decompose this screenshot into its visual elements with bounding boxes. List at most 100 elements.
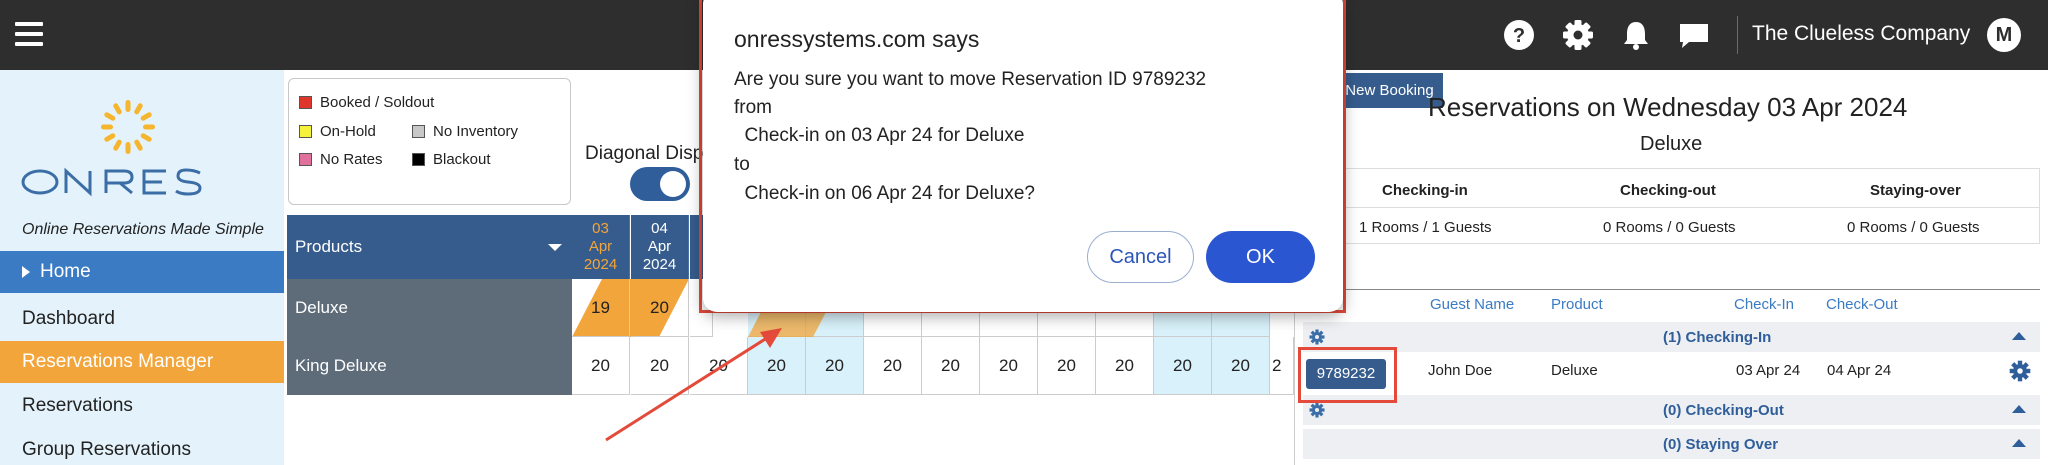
- date-year: 2024: [642, 256, 677, 273]
- date-header-04-apr[interactable]: 04 Apr 2024: [631, 215, 689, 279]
- dialog-title: onressystems.com says: [734, 26, 980, 52]
- summary-value: 0 Rooms / 0 Guests: [1603, 219, 1736, 236]
- summary-header: Checking-out: [1620, 182, 1716, 199]
- sidebar-item-label: Reservations Manager: [22, 351, 214, 372]
- column-header-check-out[interactable]: Check-Out: [1826, 296, 1898, 313]
- section-title: (0) Staying Over: [1663, 436, 1779, 453]
- grid-cell[interactable]: [1212, 312, 1270, 337]
- column-header-product[interactable]: Product: [1551, 296, 1603, 313]
- section-checking-out[interactable]: (0) Checking-Out: [1303, 395, 2040, 425]
- confirm-dialog: onressystems.com says Are you sure you w…: [703, 0, 1343, 312]
- divider: [1303, 289, 2040, 290]
- legend-label: Blackout: [433, 151, 491, 168]
- grid-cell[interactable]: [1096, 312, 1154, 337]
- legend-swatch-no-rates: [299, 153, 312, 166]
- chat-icon[interactable]: [1677, 18, 1711, 52]
- legend-label: Booked / Soldout: [320, 94, 435, 111]
- sidebar-item-label: Reservations: [22, 395, 133, 416]
- grid-cell[interactable]: 20: [1154, 337, 1212, 395]
- dialog-message-line: Are you sure you want to move Reservatio…: [734, 69, 1207, 90]
- date-month: Apr: [588, 238, 613, 255]
- sidebar-item-dashboard[interactable]: Dashboard: [0, 298, 284, 340]
- reservation-highlight: [1298, 347, 1397, 403]
- row-label-deluxe[interactable]: Deluxe: [287, 279, 572, 337]
- product-name: Deluxe: [1551, 362, 1598, 379]
- products-dropdown[interactable]: Products: [287, 215, 572, 279]
- date-month: Apr: [647, 238, 672, 255]
- section-title: (1) Checking-In: [1663, 329, 1772, 346]
- dialog-message-line: from: [734, 97, 772, 118]
- dialog-message-line: to: [734, 154, 750, 175]
- grid-cell[interactable]: 20: [1096, 337, 1154, 395]
- dialog-message-line: Check-in on 03 Apr 24 for Deluxe: [734, 125, 1025, 146]
- legend-label: No Inventory: [433, 123, 519, 140]
- grid-cell[interactable]: 20: [1038, 337, 1096, 395]
- grid-cell[interactable]: [922, 312, 980, 337]
- sidebar-item-reservations[interactable]: Reservations: [0, 385, 284, 427]
- help-icon[interactable]: ?: [1502, 18, 1536, 52]
- new-booking-button[interactable]: New Booking: [1336, 73, 1443, 108]
- company-name[interactable]: The Clueless Company: [1752, 22, 1970, 46]
- summary-table: Checking-in Checking-out Staying-over 1 …: [1305, 168, 2040, 244]
- bell-icon[interactable]: [1619, 18, 1653, 52]
- grid-cell[interactable]: 2: [1270, 337, 1294, 395]
- check-out-date: 04 Apr 24: [1827, 362, 1892, 379]
- guest-name: John Doe: [1428, 362, 1493, 379]
- sidebar-item-label: Dashboard: [22, 308, 115, 329]
- legend-label: No Rates: [320, 151, 383, 168]
- diagonal-display-label: Diagonal Disp: [585, 143, 704, 164]
- section-checking-in[interactable]: (1) Checking-In: [1303, 322, 2040, 352]
- grid-cell[interactable]: 20: [864, 337, 922, 395]
- summary-value: 0 Rooms / 0 Guests: [1847, 219, 1980, 236]
- legend-swatch-no-inventory: [412, 125, 425, 138]
- grid-cell[interactable]: [1154, 312, 1212, 337]
- divider: [1306, 207, 2039, 208]
- gear-icon[interactable]: [1309, 329, 1325, 345]
- cancel-button[interactable]: Cancel: [1087, 231, 1194, 283]
- grid-cell[interactable]: 20: [1212, 337, 1270, 395]
- gear-icon[interactable]: [1309, 402, 1325, 418]
- sidebar-item-label: Group Reservations: [22, 439, 191, 460]
- tagline: Online Reservations Made Simple: [22, 221, 264, 238]
- gear-icon[interactable]: [1561, 18, 1595, 52]
- chevron-up-icon[interactable]: [2012, 439, 2026, 447]
- legend-swatch-booked: [299, 96, 312, 109]
- column-header-guest-name[interactable]: Guest Name: [1430, 296, 1514, 313]
- grid-cell[interactable]: 20: [980, 337, 1038, 395]
- sidebar-item-home[interactable]: Home: [0, 251, 284, 293]
- diagonal-display-toggle[interactable]: [630, 167, 690, 201]
- sidebar-item-group-reservations[interactable]: Group Reservations: [0, 429, 284, 465]
- svg-text:?: ?: [1513, 25, 1525, 47]
- column-header-check-in[interactable]: Check-In: [1734, 296, 1794, 313]
- ok-button[interactable]: OK: [1206, 231, 1315, 283]
- chevron-down-icon: [548, 244, 562, 251]
- menu-icon[interactable]: [15, 20, 43, 48]
- dialog-message-line: Check-in on 06 Apr 24 for Deluxe?: [734, 183, 1036, 204]
- grid-cell[interactable]: 20: [922, 337, 980, 395]
- row-label-king-deluxe[interactable]: King Deluxe: [287, 337, 572, 395]
- grid-cell[interactable]: [980, 312, 1038, 337]
- chevron-right-icon: [22, 266, 30, 278]
- date-header-03-apr[interactable]: 03 Apr 2024: [572, 215, 630, 279]
- chevron-up-icon[interactable]: [2012, 405, 2026, 413]
- topbar-divider: [1737, 16, 1738, 54]
- onres-logo: [21, 100, 202, 197]
- arrow-annotation: [605, 328, 782, 442]
- sidebar-item-reservations-manager[interactable]: Reservations Manager: [0, 341, 284, 383]
- reservations-subtitle: Deluxe: [1640, 133, 1703, 155]
- date-day: 04: [651, 220, 668, 237]
- grid-cell[interactable]: 20: [806, 337, 864, 395]
- gear-icon[interactable]: [2009, 360, 2031, 382]
- section-staying-over[interactable]: (0) Staying Over: [1303, 429, 2040, 459]
- chevron-up-icon[interactable]: [2012, 332, 2026, 340]
- grid-cell[interactable]: [1038, 312, 1096, 337]
- toggle-knob: [660, 171, 686, 197]
- section-title: (0) Checking-Out: [1663, 402, 1784, 419]
- check-in-date: 03 Apr 24: [1736, 362, 1801, 379]
- date-day: 03: [592, 220, 609, 237]
- legend: Booked / Soldout On-Hold No Inventory No…: [288, 78, 571, 205]
- sidebar-item-label: Home: [40, 261, 91, 282]
- avatar[interactable]: M: [1987, 18, 2021, 52]
- products-label: Products: [295, 237, 363, 256]
- grid-cell[interactable]: [864, 312, 922, 337]
